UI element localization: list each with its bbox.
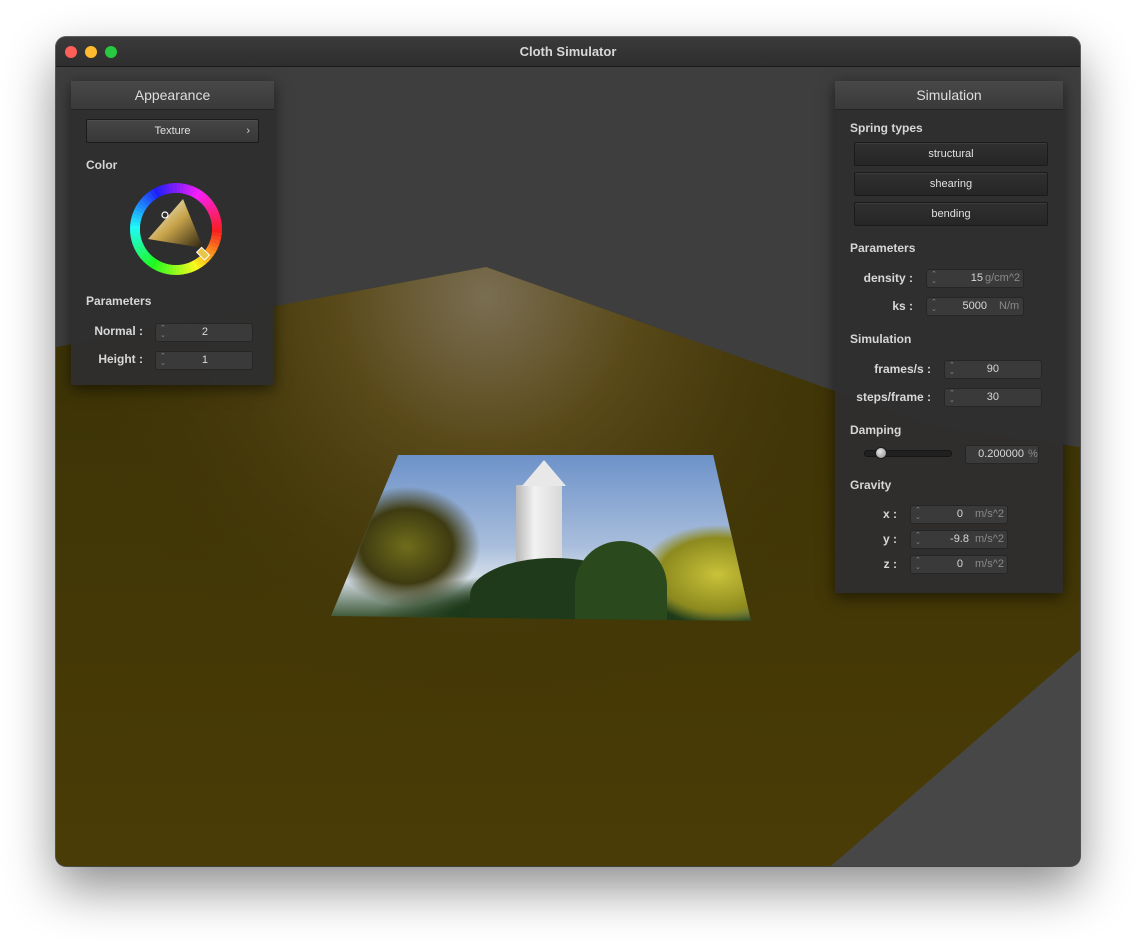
gravity-z-input[interactable]: ⌃ ⌄ 0 m/s^2 <box>910 555 1008 574</box>
appearance-panel-header[interactable]: Appearance <box>71 81 274 110</box>
window-title: Cloth Simulator <box>519 44 617 59</box>
bending-toggle[interactable]: bending <box>854 202 1048 226</box>
gravity-x-label: x : <box>882 507 897 521</box>
gravity-x-input[interactable]: ⌃ ⌄ 0 m/s^2 <box>910 505 1008 524</box>
appearance-panel: Appearance Texture › Color Parameters No… <box>71 81 274 385</box>
normal-label: Normal : <box>94 324 143 338</box>
gravity-z-label: z : <box>883 557 897 571</box>
structural-toggle[interactable]: structural <box>854 142 1048 166</box>
sim-parameters-label: Parameters <box>850 241 916 255</box>
gravity-y-input[interactable]: ⌃ ⌄ -9.8 m/s^2 <box>910 530 1008 549</box>
simulation-label: Simulation <box>850 332 912 346</box>
chevron-right-icon: › <box>246 125 250 137</box>
damping-input[interactable]: 0.200000 % <box>965 445 1039 464</box>
color-wheel[interactable] <box>129 182 223 276</box>
spring-types-label: Spring types <box>850 121 923 135</box>
damping-label: Damping <box>850 423 902 437</box>
appearance-parameters-label: Parameters <box>86 294 152 308</box>
steps-input[interactable]: ⌃ ⌄ 30 <box>944 388 1042 407</box>
normal-input[interactable]: ⌃ ⌄ 2 <box>155 323 253 342</box>
height-input[interactable]: ⌃ ⌄ 1 <box>155 351 253 370</box>
fps-input[interactable]: ⌃ ⌄ 90 <box>944 360 1042 379</box>
density-input[interactable]: ⌃ ⌄ 15 g/cm^2 <box>926 269 1024 288</box>
density-label: density : <box>863 271 913 285</box>
gravity-label: Gravity <box>850 478 892 492</box>
cloth-mesh <box>331 455 751 621</box>
fps-label: frames/s : <box>874 362 931 376</box>
color-label: Color <box>86 158 118 172</box>
shearing-toggle[interactable]: shearing <box>854 172 1048 196</box>
steps-label: steps/frame : <box>856 390 931 404</box>
app-window: Cloth Simulator Appearance Texture › Col… <box>56 37 1080 866</box>
title-bar: Cloth Simulator <box>56 37 1080 67</box>
gravity-y-label: y : <box>882 532 897 546</box>
height-label: Height : <box>98 352 143 366</box>
simulation-panel-header[interactable]: Simulation <box>835 81 1063 110</box>
damping-slider-handle[interactable] <box>875 447 888 459</box>
simulation-panel: Simulation Spring types structural shear… <box>835 81 1063 593</box>
ks-input[interactable]: ⌃ ⌄ 5000 N/m <box>926 297 1024 316</box>
ks-label: ks : <box>892 299 913 313</box>
shader-combo[interactable]: Texture › <box>86 119 259 143</box>
